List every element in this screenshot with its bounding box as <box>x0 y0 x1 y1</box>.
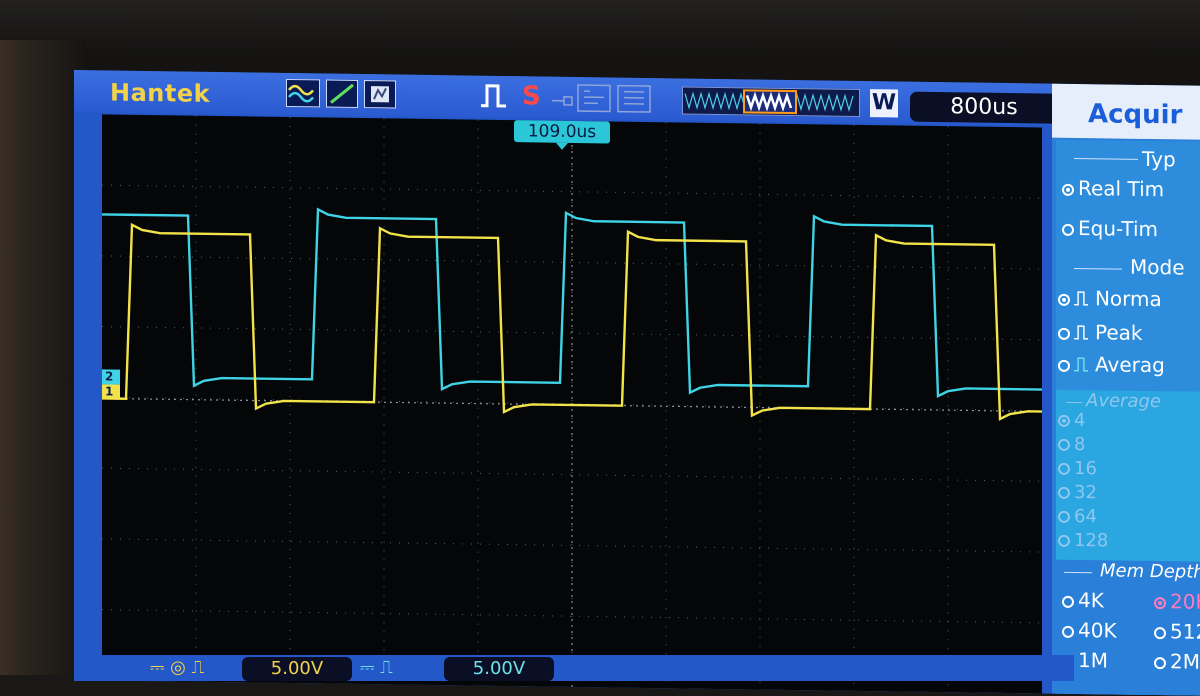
mode-option-average[interactable]: ⎍ Averag <box>1058 352 1165 377</box>
peak-mode-icon: ⎍ <box>1074 319 1095 345</box>
mode-option-normal[interactable]: ⎍ Norma <box>1058 286 1162 311</box>
stop-indicator: S <box>522 81 541 112</box>
mem-option-512k[interactable]: 512K <box>1154 619 1200 644</box>
waveform-display-icon[interactable] <box>286 78 320 108</box>
mode-option-peak[interactable]: ⎍ Peak <box>1058 320 1142 345</box>
mem-option-40k[interactable]: 40K <box>1062 618 1117 643</box>
bottom-status-bar: ⎓ ◎ ⎍ 5.00V ⎓ ⎍ 5.00V <box>74 655 1074 681</box>
persistence-icon[interactable] <box>364 80 396 109</box>
mem-option-20k[interactable]: 20K <box>1154 589 1200 614</box>
trigger-status-icon <box>550 83 660 115</box>
average-option-8[interactable]: 8 <box>1058 434 1085 455</box>
mem-option-2m[interactable]: 2M <box>1154 649 1200 674</box>
memory-position-bar[interactable] <box>682 86 860 117</box>
normal-mode-icon: ⎍ <box>1074 285 1095 311</box>
mem-depth-header: Mem Depth <box>1100 560 1200 583</box>
waveform-plot <box>102 115 1042 693</box>
ch1-ground-marker[interactable]: 1 <box>102 384 120 400</box>
scope-bezel-side <box>0 40 85 675</box>
grid-line-horizontal <box>102 538 1042 553</box>
oscilloscope-screen: Hantek S W 800us 109.0us 2 1 Acquir Typ … <box>74 70 1200 696</box>
ch2-ground-marker[interactable]: 2 <box>102 369 120 385</box>
average-mode-icon: ⎍ <box>1074 351 1095 377</box>
mode-header: Mode <box>1130 254 1185 280</box>
average-option-16[interactable]: 16 <box>1058 458 1097 479</box>
average-count-panel: Average 4 8 16 32 64 128 <box>1056 389 1200 563</box>
average-option-32[interactable]: 32 <box>1058 482 1097 503</box>
memory-view-window[interactable] <box>743 89 797 115</box>
vector-mode-icon[interactable] <box>326 79 358 108</box>
mem-option-4k[interactable]: 4K <box>1062 588 1104 612</box>
average-option-64[interactable]: 64 <box>1058 506 1097 527</box>
brand-logo: Hantek <box>110 78 211 108</box>
average-option-128[interactable]: 128 <box>1058 530 1108 551</box>
grid-line-horizontal <box>102 255 1042 270</box>
menu-title: Acquir <box>1052 83 1200 141</box>
memory-mode-badge: W <box>870 89 898 118</box>
mem-depth-panel: Mem Depth 4K 20K 40K 512K 1M 2M <box>1056 559 1200 696</box>
ch1-volts-div[interactable]: 5.00V <box>242 657 352 681</box>
trigger-position-readout[interactable]: 109.0us <box>514 120 610 144</box>
average-header: Average <box>1086 390 1161 413</box>
timebase-readout[interactable]: 800us <box>910 91 1058 124</box>
ch2-volts-div[interactable]: 5.00V <box>444 657 554 681</box>
average-option-4[interactable]: 4 <box>1058 410 1085 431</box>
type-option-equ-time[interactable]: Equ-Tim <box>1062 216 1158 241</box>
acquire-menu: Acquir Typ Real Tim Equ-Tim Mode ⎍ Norma… <box>1052 83 1200 696</box>
type-option-real-time[interactable]: Real Tim <box>1062 176 1164 201</box>
run-state-icon <box>478 80 510 112</box>
type-header: Typ <box>1142 146 1176 172</box>
waveform-display-area: 109.0us 2 1 <box>102 114 1042 694</box>
